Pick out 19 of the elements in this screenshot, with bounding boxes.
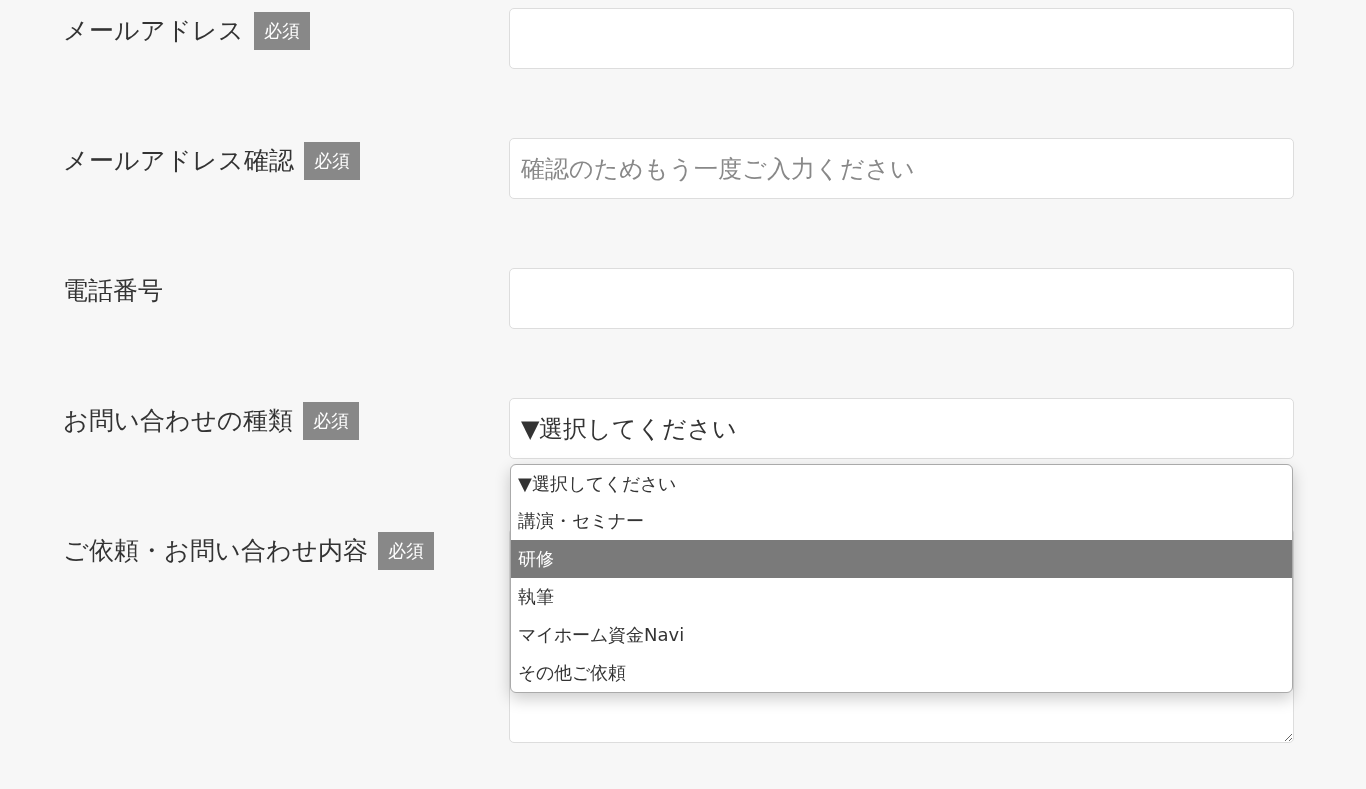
dropdown-option[interactable]: その他ご依頼 xyxy=(511,654,1292,692)
field-label: 電話番号 xyxy=(63,275,163,307)
required-badge: 必須 xyxy=(304,142,360,180)
dropdown-option[interactable]: 執筆 xyxy=(511,578,1292,616)
dropdown-option[interactable]: 講演・セミナー xyxy=(511,502,1292,540)
required-badge: 必須 xyxy=(303,402,359,440)
select-field[interactable]: ▼選択してください xyxy=(509,398,1294,459)
required-badge: 必須 xyxy=(378,532,434,570)
field-label: メールアドレス xyxy=(63,15,244,47)
input-field[interactable]: 確認のためもう一度ご入力ください xyxy=(509,138,1294,199)
input-field[interactable] xyxy=(509,8,1294,69)
dropdown-option[interactable]: 研修 xyxy=(511,540,1292,578)
required-badge: 必須 xyxy=(254,12,310,50)
field-label: お問い合わせの種類 xyxy=(63,405,293,437)
dropdown-option[interactable]: マイホーム資金Navi xyxy=(511,616,1292,654)
field-label: ご依頼・お問い合わせ内容 xyxy=(63,535,368,567)
input-field[interactable] xyxy=(509,268,1294,329)
dropdown-option[interactable]: ▼選択してください xyxy=(511,465,1292,502)
field-label: メールアドレス確認 xyxy=(63,145,294,177)
